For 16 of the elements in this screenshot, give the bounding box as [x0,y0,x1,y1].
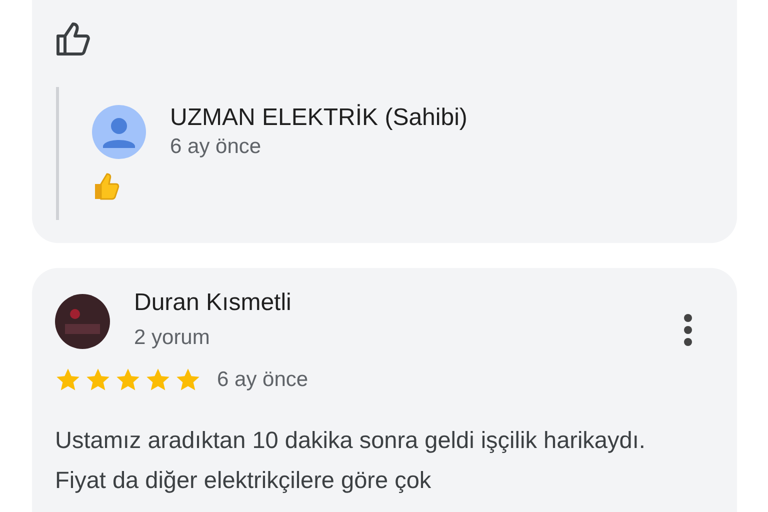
star-icon [115,367,141,393]
more-options-icon[interactable] [683,314,693,346]
star-icon [55,367,81,393]
star-icon [85,367,111,393]
review-count: 2 yorum [134,325,211,351]
star-icon [145,367,171,393]
review-text: Ustamız aradıktan 10 dakika sonra geldi işçilik harikaydı. Fiyat da diğer elektrikçilere göre çok [55,426,646,495]
thumbs-up-icon[interactable] [56,22,92,56]
star-icon [175,367,201,393]
avatar-icon [92,105,146,159]
reviewer-name[interactable]: Duran Kısmetli [134,288,292,318]
reply-time: 6 ay önce [170,134,262,160]
owner-name: UZMAN ELEKTRİK (Sahibi) [170,103,468,133]
review-time: 6 ay önce [217,367,308,393]
thumbs-up-emoji-icon [92,171,120,201]
profile-photo-placeholder [55,294,110,349]
